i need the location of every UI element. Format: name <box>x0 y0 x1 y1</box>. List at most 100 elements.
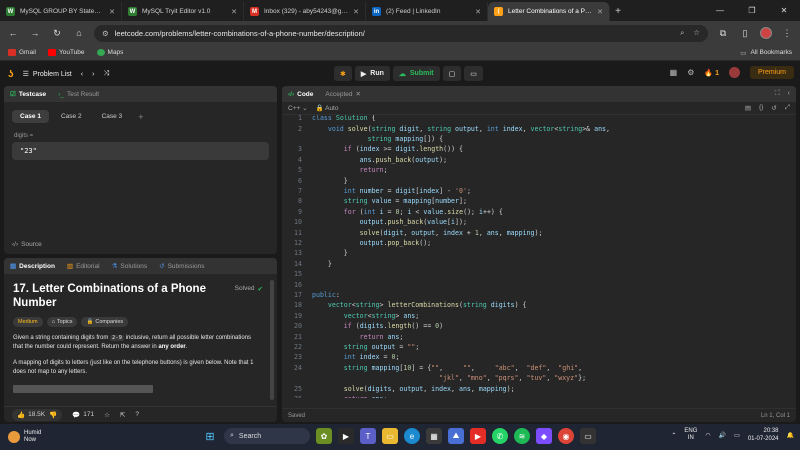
clock[interactable]: 20:38 01-07-2024 <box>748 427 779 443</box>
notes-button[interactable]: ▢ <box>442 66 462 81</box>
reload-icon[interactable]: ↻ <box>50 26 64 40</box>
tab-description[interactable]: ▤ Description <box>10 262 55 271</box>
bookmark-maps[interactable]: Maps <box>96 49 123 56</box>
tab-accepted[interactable]: Accepted ✕ <box>325 90 361 99</box>
code-line[interactable]: 23 int index = 0; <box>282 352 399 362</box>
case-tab-3[interactable]: Case 3 <box>94 110 131 123</box>
code-line[interactable]: 13 } <box>282 248 348 258</box>
code-line[interactable]: 3 if (index >= digit.length()) { <box>282 144 463 154</box>
browser-tab[interactable]: W MySQL Tryit Editor v1.0 ✕ <box>122 2 244 21</box>
browser-menu-icon[interactable]: ⋮ <box>780 26 794 40</box>
photos-icon[interactable]: ⛰ <box>448 428 464 444</box>
browser-tab[interactable]: M Inbox (329) - aby54243@gmail.com ✕ <box>244 2 366 21</box>
code-line[interactable]: 21 return ans; <box>282 331 403 341</box>
next-problem-icon[interactable]: › <box>92 71 94 78</box>
tab-testcase[interactable]: ☑ Testcase <box>10 90 46 99</box>
code-line[interactable]: 12 output.pop_back(); <box>282 238 431 248</box>
language-indicator[interactable]: ENG IN <box>684 428 697 442</box>
code-line[interactable]: 17 public: <box>282 290 340 300</box>
code-line[interactable]: string mapping[]) { <box>282 134 443 144</box>
file-explorer-icon[interactable]: ▭ <box>382 428 398 444</box>
code-line[interactable]: 6 } <box>282 175 348 185</box>
all-bookmarks[interactable]: ▭ All Bookmarks <box>740 49 792 57</box>
store-icon[interactable]: ▦ <box>426 428 442 444</box>
case-tab-2[interactable]: Case 2 <box>53 110 90 123</box>
code-line[interactable]: 1 class Solution { <box>282 115 376 123</box>
thumbs-down-icon[interactable]: 👎 <box>49 411 57 419</box>
sidepanel-icon[interactable]: ▯ <box>738 26 752 40</box>
layout-icon[interactable]: ▦ <box>670 68 678 77</box>
new-tab-button[interactable]: + <box>610 2 626 21</box>
extensions-icon[interactable]: ⧉ <box>716 26 730 40</box>
code-line[interactable]: 22 string output = ""; <box>282 342 419 352</box>
volume-icon[interactable]: 🔊 <box>719 432 726 439</box>
debug-button[interactable]: ✱ <box>334 66 352 81</box>
close-tab-icon[interactable]: ✕ <box>597 8 603 16</box>
description-scrollbar[interactable] <box>270 280 274 400</box>
code-editor[interactable]: 1 class Solution {2 void solve(string dig… <box>282 115 796 398</box>
weather-widget[interactable]: Humid Now <box>0 430 100 444</box>
tab-code[interactable]: ‹/› Code <box>288 91 313 98</box>
notes-icon[interactable]: ▤ <box>745 104 751 112</box>
maximize-icon[interactable]: ⛶ <box>775 90 780 98</box>
code-line[interactable]: 24 string mapping[10] = {"", "", "abc", … <box>282 363 582 373</box>
run-button[interactable]: ▶ Run <box>354 66 390 81</box>
chrome-icon[interactable]: ◉ <box>558 428 574 444</box>
prev-problem-icon[interactable]: ‹ <box>81 71 83 78</box>
wifi-icon[interactable]: ◠ <box>705 432 710 439</box>
code-line[interactable]: 10 output.push_back(value[i]); <box>282 217 467 227</box>
notification-bell-icon[interactable]: 🔔 <box>787 432 794 439</box>
settings-gear-icon[interactable]: ⚙ <box>687 68 694 77</box>
code-line[interactable]: 19 vector<string> ans; <box>282 311 419 321</box>
add-case-icon[interactable]: + <box>138 112 143 122</box>
bookmark-gmail[interactable]: Gmail <box>8 49 36 56</box>
media-player-icon[interactable]: ▶ <box>338 428 354 444</box>
auto-save-indicator[interactable]: 🔒 Auto <box>316 104 339 112</box>
url-input[interactable]: ⚙ leetcode.com/problems/letter-combinati… <box>94 24 708 42</box>
code-line[interactable]: 2 void solve(string digit, string output… <box>282 123 610 133</box>
minimize-icon[interactable]: — <box>704 0 736 21</box>
browser-tab[interactable]: W MySQL GROUP BY Statement ✕ <box>0 2 122 21</box>
case-tab-1[interactable]: Case 1 <box>12 110 49 123</box>
tab-submissions[interactable]: ↺ Submissions <box>159 262 204 271</box>
code-line[interactable]: 4 ans.push_back(output); <box>282 155 447 165</box>
companies-tag[interactable]: 🔒 Companies <box>81 317 129 327</box>
language-select[interactable]: C++ ⌄ <box>288 104 308 112</box>
reset-icon[interactable]: ↺ <box>771 104 776 112</box>
app-icon[interactable]: ◆ <box>536 428 552 444</box>
expand-editor-icon[interactable]: ⤢ <box>785 104 790 112</box>
digits-input[interactable]: "23" <box>12 142 269 160</box>
close-tab-icon[interactable]: ✕ <box>231 8 237 16</box>
close-window-icon[interactable]: ✕ <box>768 0 800 21</box>
browser-tab[interactable]: in (2) Feed | LinkedIn ✕ <box>366 2 488 21</box>
tab-solutions[interactable]: ⚗ Solutions <box>112 262 148 271</box>
topics-tag[interactable]: ⌂ Topics <box>46 317 78 327</box>
bookmark-star-icon[interactable]: ☆ <box>693 28 700 38</box>
youtube-app-icon[interactable]: ▶ <box>470 428 486 444</box>
spotify-icon[interactable]: ≋ <box>514 428 530 444</box>
help-icon[interactable]: ? <box>135 411 139 418</box>
widgets-icon[interactable]: ✿ <box>316 428 332 444</box>
terminal-app-icon[interactable]: ▭ <box>580 428 596 444</box>
close-tab-icon[interactable]: ✕ <box>109 8 115 16</box>
home-icon[interactable]: ⌂ <box>72 26 86 40</box>
zoom-icon[interactable]: ⌕ <box>680 28 684 38</box>
leetcode-logo-icon[interactable]: ʖ <box>8 69 14 80</box>
code-line[interactable]: 8 string value = mapping[number]; <box>282 196 467 206</box>
forward-icon[interactable]: → <box>28 26 42 40</box>
close-tab-icon[interactable]: ✕ <box>353 8 359 16</box>
back-icon[interactable]: ← <box>6 26 20 40</box>
share-icon[interactable]: ⇱ <box>120 411 125 419</box>
teams-icon[interactable]: T <box>360 428 376 444</box>
code-line[interactable]: 20 if (digits.length() == 0) <box>282 321 443 331</box>
profile-avatar[interactable] <box>760 27 772 39</box>
collapse-icon[interactable]: ‹ <box>788 90 790 98</box>
comments-button[interactable]: 💬 171 <box>72 411 94 419</box>
code-line[interactable]: "jkl", "mno", "pqrs", "tuv", "wxyz"}; <box>282 373 586 383</box>
tray-chevron-icon[interactable]: ⌃ <box>671 432 676 439</box>
problem-list-button[interactable]: ☰ Problem List <box>23 70 72 79</box>
code-line[interactable]: 25 solve(digits, output, index, ans, map… <box>282 383 515 393</box>
close-tab-icon[interactable]: ✕ <box>356 90 361 98</box>
bookmark-youtube[interactable]: YouTube <box>47 49 85 56</box>
code-line[interactable]: 16 <box>282 279 312 289</box>
